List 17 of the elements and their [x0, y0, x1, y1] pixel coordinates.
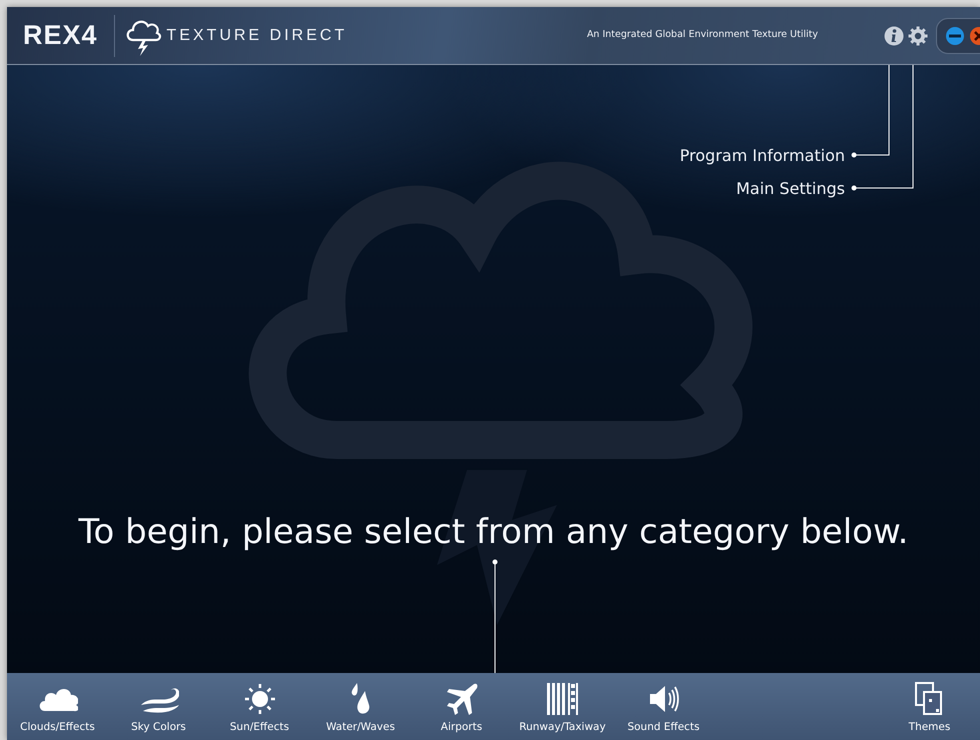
category-button[interactable]: Clouds/Effects — [7, 673, 108, 740]
tagline: An Integrated Global Environment Texture Utility — [586, 28, 818, 42]
category-button[interactable]: Sky Colors — [108, 673, 209, 740]
info-button[interactable] — [884, 26, 904, 46]
logo: REX4 — [23, 22, 98, 49]
category-button[interactable]: Water/Waves — [310, 673, 411, 740]
callout-label: Main Settings — [736, 178, 845, 200]
settings-button[interactable] — [908, 26, 928, 46]
category-button[interactable]: Sound Effects — [613, 673, 714, 740]
minimize-button[interactable] — [945, 26, 965, 46]
category-button[interactable]: Airports — [411, 673, 512, 740]
product-name: TEXTURE DIRECT — [166, 26, 348, 46]
category-button[interactable]: Themes — [879, 673, 980, 740]
category-button[interactable]: Sun/Effects — [209, 673, 310, 740]
category-button[interactable]: Runway/Taxiway — [512, 673, 613, 740]
callout-label: Program Information — [680, 145, 845, 167]
prompt-text: To begin, please select from any category below. — [77, 511, 910, 554]
